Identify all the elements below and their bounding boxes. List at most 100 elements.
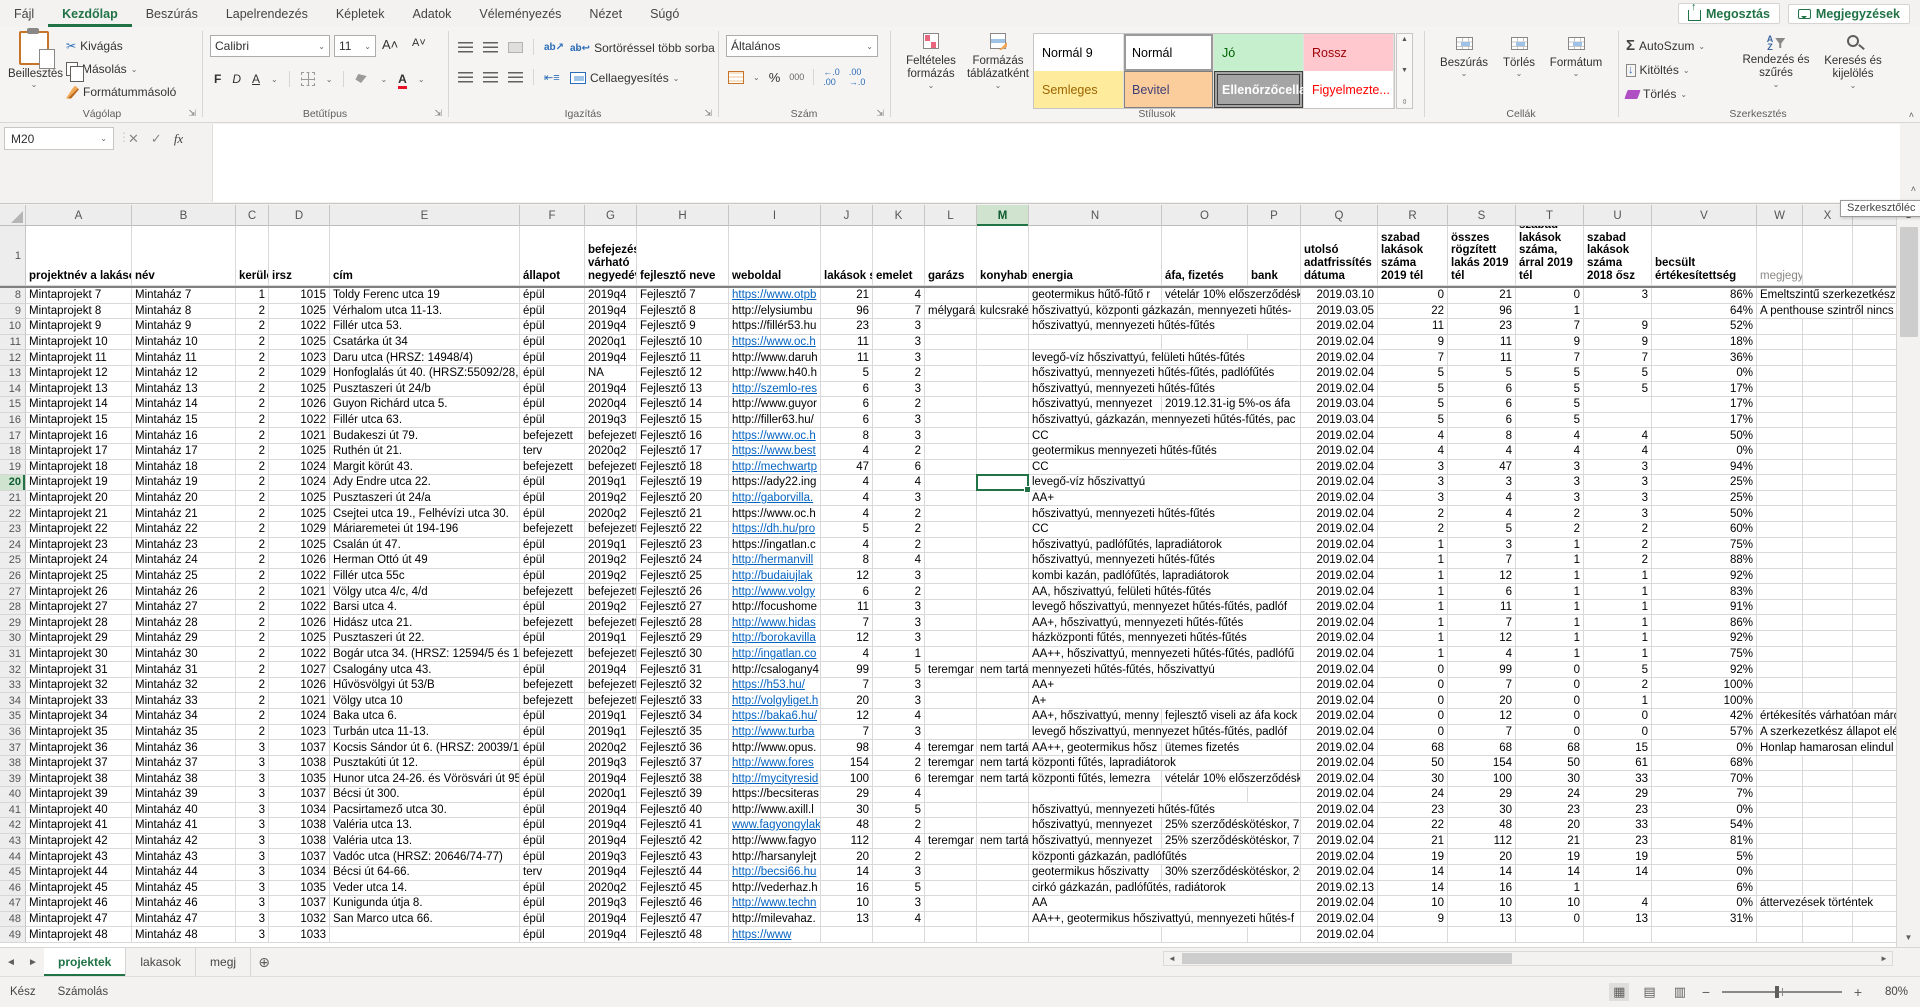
cell-C48[interactable]: 3 [236,912,269,928]
cell-U23[interactable]: 2 [1584,522,1652,538]
cell-X23[interactable] [1803,522,1853,538]
cell-E44[interactable]: Vadóc utca (HRSZ: 20646/74-77) [330,849,520,865]
cell-A9[interactable]: Mintaprojekt 8 [26,304,132,320]
cell-J26[interactable]: 12 [821,569,873,585]
cell-E22[interactable]: Csejtei utca 19., Felhévízi utca 30. [330,506,520,522]
cell-B16[interactable]: Mintaház 15 [132,413,236,429]
cell-J38[interactable]: 154 [821,756,873,772]
cell-K24[interactable]: 2 [873,538,925,554]
row-header-28[interactable]: 28 [0,600,26,616]
cell-M47[interactable] [977,896,1029,912]
cell-I9[interactable]: http://elysiumbu [729,304,821,320]
cell-A8[interactable]: Mintaprojekt 7 [26,288,132,304]
cell-E36[interactable]: Turbán utca 11-13. [330,725,520,741]
cell-H26[interactable]: Fejlesztő 25 [637,569,729,585]
cell-P49[interactable] [1248,927,1301,943]
cell-end27[interactable] [1853,584,1896,600]
cell-U32[interactable]: 5 [1584,662,1652,678]
cell-U18[interactable]: 4 [1584,444,1652,460]
cell-E18[interactable]: Ruthén út 21. [330,444,520,460]
cell-O37[interactable]: ütemes fizetés [1162,740,1301,756]
cell-G11[interactable]: 2020q1 [585,335,637,351]
cell-T12[interactable]: 7 [1516,350,1584,366]
cell-G47[interactable]: 2019q3 [585,896,637,912]
page-layout-view-icon[interactable]: ▤ [1639,983,1659,1001]
cell-I37[interactable]: http://www.opus. [729,740,821,756]
cell-K36[interactable]: 3 [873,725,925,741]
cell-J29[interactable]: 7 [821,615,873,631]
cell-X49[interactable] [1803,927,1853,943]
cell-S45[interactable]: 14 [1448,865,1516,881]
cell-R31[interactable]: 1 [1378,647,1448,663]
formula-input[interactable] [212,124,1900,202]
cell-Q22[interactable]: 2019.02.04 [1301,506,1378,522]
cell-K12[interactable]: 3 [873,350,925,366]
cell-B48[interactable]: Mintaház 47 [132,912,236,928]
cell-A47[interactable]: Mintaprojekt 46 [26,896,132,912]
header-cell-V[interactable]: becsült értékesítettség [1652,226,1757,286]
cell-R24[interactable]: 1 [1378,538,1448,554]
cell-G16[interactable]: 2019q3 [585,413,637,429]
cell-T35[interactable]: 0 [1516,709,1584,725]
cell-W22[interactable] [1757,506,1803,522]
cell-end29[interactable] [1853,615,1896,631]
cell-V16[interactable]: 17% [1652,413,1757,429]
cell-S14[interactable]: 6 [1448,382,1516,398]
cell-Q48[interactable]: 2019.02.04 [1301,912,1378,928]
cell-V22[interactable]: 50% [1652,506,1757,522]
column-header-V[interactable]: V [1652,205,1757,226]
cell-B9[interactable]: Mintaház 8 [132,304,236,320]
cell-end10[interactable] [1853,319,1896,335]
cell-T23[interactable]: 2 [1516,522,1584,538]
cell-J37[interactable]: 98 [821,740,873,756]
cell-A13[interactable]: Mintaprojekt 12 [26,366,132,382]
cell-X19[interactable] [1803,460,1853,476]
row-header-35[interactable]: 35 [0,709,26,725]
cell-U44[interactable]: 19 [1584,849,1652,865]
cell-S19[interactable]: 47 [1448,460,1516,476]
cell-I17[interactable]: https://www.oc.h [729,428,821,444]
cell-J25[interactable]: 8 [821,553,873,569]
cell-S39[interactable]: 100 [1448,771,1516,787]
cell-B46[interactable]: Mintaház 45 [132,881,236,897]
tab-velemenyezes[interactable]: Véleményezés [465,0,575,27]
cell-E16[interactable]: Fillér utca 63. [330,413,520,429]
cell-S42[interactable]: 48 [1448,818,1516,834]
confirm-entry-icon[interactable]: ✓ [151,131,162,147]
cell-I29[interactable]: http://www.hidas [729,615,821,631]
cell-X15[interactable] [1803,397,1853,413]
cell-T24[interactable]: 1 [1516,538,1584,554]
cell-T26[interactable]: 1 [1516,569,1584,585]
cell-E28[interactable]: Barsi utca 4. [330,600,520,616]
cell-S12[interactable]: 11 [1448,350,1516,366]
cell-K9[interactable]: 7 [873,304,925,320]
cell-V40[interactable]: 7% [1652,787,1757,803]
cell-J9[interactable]: 96 [821,304,873,320]
header-cell-I[interactable]: weboldal [729,226,821,286]
cell-B31[interactable]: Mintaház 30 [132,647,236,663]
cell-W27[interactable] [1757,584,1803,600]
cell-W15[interactable] [1757,397,1803,413]
cell-M42[interactable] [977,818,1029,834]
vertical-scroll-thumb[interactable] [1900,227,1918,337]
cell-A32[interactable]: Mintaprojekt 31 [26,662,132,678]
cell-J21[interactable]: 4 [821,491,873,507]
cell-C37[interactable]: 3 [236,740,269,756]
cell-T11[interactable]: 9 [1516,335,1584,351]
cell-H17[interactable]: Fejlesztő 16 [637,428,729,444]
cell-F34[interactable]: befejezett [520,693,585,709]
cell-R43[interactable]: 21 [1378,834,1448,850]
cell-F41[interactable]: épül [520,803,585,819]
cell-J39[interactable]: 100 [821,771,873,787]
cell-A12[interactable]: Mintaprojekt 11 [26,350,132,366]
cell-E42[interactable]: Valéria utca 13. [330,818,520,834]
cell-U36[interactable]: 0 [1584,725,1652,741]
cell-G24[interactable]: 2019q1 [585,538,637,554]
cell-H9[interactable]: Fejlesztő 8 [637,304,729,320]
cell-C20[interactable]: 2 [236,475,269,491]
cell-U29[interactable]: 1 [1584,615,1652,631]
cell-W25[interactable] [1757,553,1803,569]
tab-fajl[interactable]: Fájl [0,0,48,27]
cell-N48[interactable]: AA++, geotermikus hőszivattyú, mennyezet… [1029,912,1301,928]
cell-W28[interactable] [1757,600,1803,616]
